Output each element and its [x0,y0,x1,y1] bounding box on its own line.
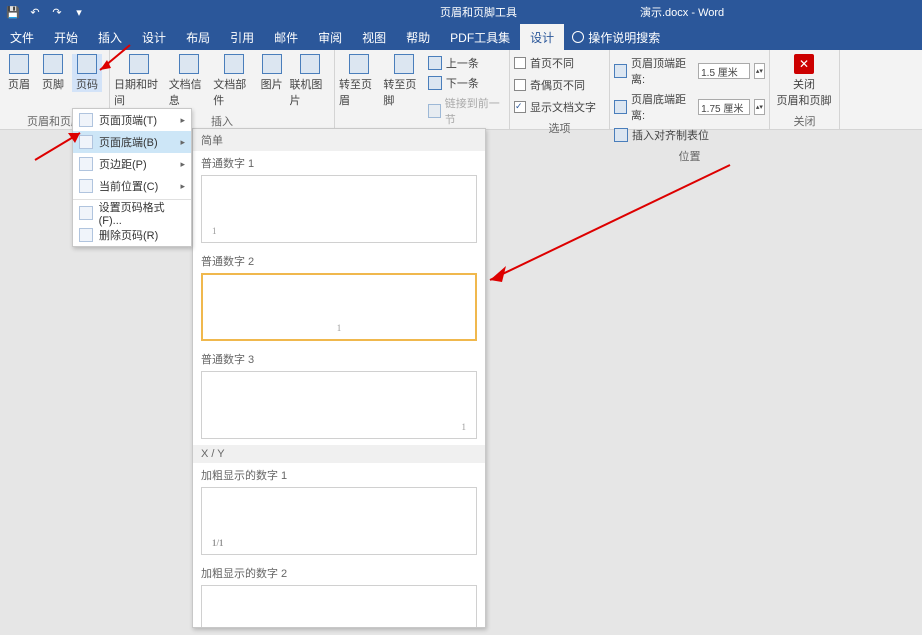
gallery-thumb-bold-2[interactable]: 1/1 [201,585,477,628]
quick-parts-button[interactable]: 文档部件 [213,54,254,108]
goto-footer-button[interactable]: 转至页脚 [383,54,423,108]
goto-header-icon [349,54,369,74]
gallery-item-label: 加粗显示的数字 1 [193,463,485,487]
tell-me-search[interactable]: 操作说明搜索 [564,29,668,46]
tab-file[interactable]: 文件 [0,24,44,50]
header-button[interactable]: 页眉 [4,54,34,92]
header-bottom-icon [614,100,627,114]
tab-view[interactable]: 视图 [352,24,396,50]
parts-icon [224,54,244,74]
align-tab-button[interactable]: 插入对齐制表位 [614,126,709,144]
close-header-footer-button[interactable]: ✕关闭 页眉和页脚 [774,54,834,108]
menu-bar: 文件 开始 插入 设计 布局 引用 邮件 审阅 视图 帮助 PDF工具集 设计 … [0,24,922,50]
link-previous-button[interactable]: 链接到前一节 [428,94,505,128]
menu-item-margin[interactable]: 页边距(P)▸ [73,153,191,175]
gallery-item-label: 普通数字 3 [193,347,485,371]
next-icon [428,76,442,90]
gallery-item-label: 普通数字 2 [193,249,485,273]
undo-icon[interactable]: ↶ [26,3,44,21]
header-top-input[interactable]: 1.5 厘米 [698,63,750,79]
menu-item-format[interactable]: 设置页码格式(F)... [73,202,191,224]
qat-dropdown-icon[interactable]: ▾ [70,3,88,21]
page-number-menu: 页面顶端(T)▸ 页面底端(B)▸ 页边距(P)▸ 当前位置(C)▸ 设置页码格… [72,108,192,247]
goto-footer-icon [394,54,414,74]
tab-icon [614,128,628,142]
gallery-item-label: 普通数字 1 [193,151,485,175]
tab-layout[interactable]: 布局 [176,24,220,50]
spin-icon[interactable]: ▴▾ [754,63,765,79]
spin-icon[interactable]: ▴▾ [754,99,765,115]
tab-mail[interactable]: 邮件 [264,24,308,50]
footer-button[interactable]: 页脚 [38,54,68,92]
page-margin-icon [79,157,93,171]
current-pos-icon [79,179,93,193]
header-top-icon [614,64,627,78]
tab-home[interactable]: 开始 [44,24,88,50]
document-title: 演示.docx - Word [640,4,724,20]
bulb-icon [572,31,584,43]
tab-pdf[interactable]: PDF工具集 [440,24,520,50]
redo-icon[interactable]: ↷ [48,3,66,21]
tab-help[interactable]: 帮助 [396,24,440,50]
menu-item-remove[interactable]: 删除页码(R) [73,224,191,246]
footer-icon [43,54,63,74]
page-bottom-icon [79,135,93,149]
online-picture-button[interactable]: 联机图片 [289,54,330,108]
header-bottom-input[interactable]: 1.75 厘米 [698,99,750,115]
show-doc-text-checkbox[interactable]: 显示文档文字 [514,98,596,116]
menu-item-current[interactable]: 当前位置(C)▸ [73,175,191,197]
doc-info-button[interactable]: 文档信息 [169,54,210,108]
first-page-diff-checkbox[interactable]: 首页不同 [514,54,574,72]
chevron-right-icon: ▸ [180,115,185,126]
gallery-thumb-plain-3[interactable]: 1 [201,371,477,439]
menu-item-bottom[interactable]: 页面底端(B)▸ [73,131,191,153]
gallery-header-xy: X / Y [193,445,485,463]
chevron-right-icon: ▸ [180,159,185,170]
link-icon [428,104,441,118]
group-label-options: 选项 [510,120,609,136]
picture-button[interactable]: 图片 [258,54,286,92]
group-label-close: 关闭 [770,113,839,129]
date-time-button[interactable]: 日期和时间 [114,54,165,108]
goto-header-button[interactable]: 转至页眉 [339,54,379,108]
gallery-header-simple: 简单 [193,129,485,151]
title-bar: 💾 ↶ ↷ ▾ 页眉和页脚工具 演示.docx - Word [0,0,922,24]
header-icon [9,54,29,74]
gallery-thumb-bold-1[interactable]: 1/1 [201,487,477,555]
save-icon[interactable]: 💾 [4,3,22,21]
online-picture-icon [300,54,320,74]
gallery-thumb-plain-1[interactable]: 1 [201,175,477,243]
page-number-icon [77,54,97,74]
gallery-item-label: 加粗显示的数字 2 [193,561,485,585]
format-icon [79,206,93,220]
date-icon [129,54,149,74]
menu-item-top[interactable]: 页面顶端(T)▸ [73,109,191,131]
previous-button[interactable]: 上一条 [428,54,505,72]
close-icon: ✕ [794,54,814,74]
page-number-gallery: 简单 普通数字 1 1 普通数字 2 1 普通数字 3 1 X / Y 加粗显示… [192,128,486,628]
tab-insert[interactable]: 插入 [88,24,132,50]
page-number-button[interactable]: 页码 [72,54,102,92]
tab-design[interactable]: 设计 [132,24,176,50]
remove-icon [79,228,93,242]
tab-header-footer-design[interactable]: 设计 [520,24,564,50]
page-top-icon [79,113,93,127]
doc-info-icon [179,54,199,74]
odd-even-diff-checkbox[interactable]: 奇偶页不同 [514,76,585,94]
chevron-right-icon: ▸ [180,181,185,192]
annotation-arrow-icon [480,160,740,300]
context-tab-title: 页眉和页脚工具 [440,4,517,20]
gallery-thumb-plain-2[interactable]: 1 [201,273,477,341]
next-button[interactable]: 下一条 [428,74,505,92]
picture-icon [262,54,282,74]
group-label-position: 位置 [610,148,769,164]
tab-references[interactable]: 引用 [220,24,264,50]
prev-icon [428,56,442,70]
tab-review[interactable]: 审阅 [308,24,352,50]
chevron-right-icon: ▸ [180,137,185,148]
